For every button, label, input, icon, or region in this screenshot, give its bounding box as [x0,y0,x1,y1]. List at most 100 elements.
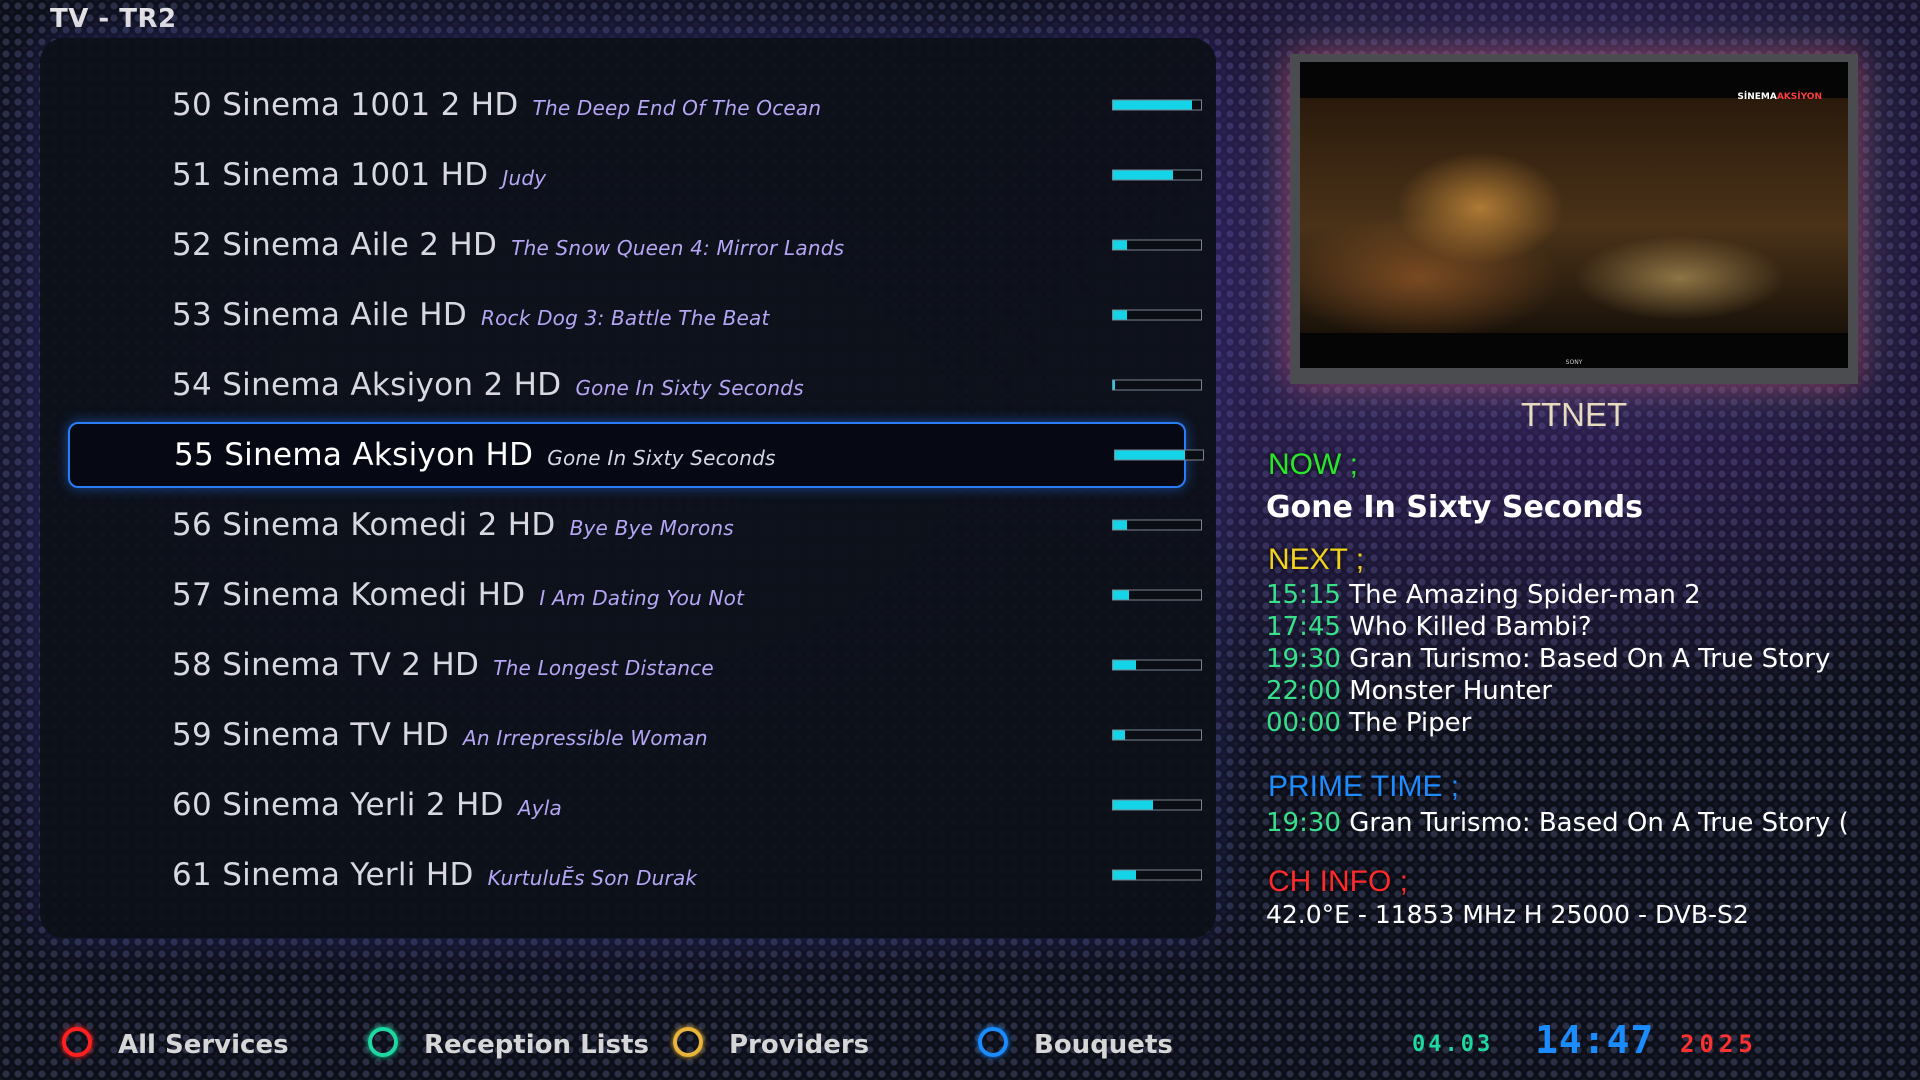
next-program-entry: 17:45 Who Killed Bambi? [1266,612,1592,642]
current-program: Gone In Sixty Seconds [547,446,776,470]
program-progress-fill [1113,870,1136,880]
program-progress-fill [1113,730,1126,740]
prime-time-title: Gran Turismo: Based On A True Story ( [1349,808,1849,838]
red-ring-icon [62,1027,92,1057]
program-progress-bar [1112,169,1202,181]
channel-number: 50 [172,87,213,123]
program-progress-fill [1113,240,1128,250]
clock-year: 2025 [1680,1030,1758,1058]
preview-image [1300,98,1848,333]
next-label: NEXT ; [1268,543,1365,576]
prime-time-time: 19:30 [1266,808,1341,838]
program-progress-bar [1112,519,1202,531]
next-program-title: Who Killed Bambi? [1349,612,1592,642]
program-progress-fill [1113,170,1173,180]
current-program: Bye Bye Morons [569,516,734,540]
current-program: Gone In Sixty Seconds [575,376,804,400]
current-program: Rock Dog 3: Battle The Beat [481,306,770,330]
next-program-entry: 15:15 The Amazing Spider-man 2 [1266,580,1701,610]
channel-number: 57 [172,577,213,613]
button-label: Providers [729,1030,870,1060]
channel-title: Sinema Yerli 2 HD [222,787,504,823]
channel-title: Sinema Aile 2 HD [222,227,498,263]
next-program-time: 17:45 [1266,612,1341,642]
next-program-time: 15:15 [1266,580,1341,610]
channel-title: Sinema 1001 2 HD [222,87,519,123]
program-progress-fill [1113,590,1129,600]
preview-screen: SİNEMAAKSİYON SONY [1300,62,1848,368]
tv-brand: SONY [1565,359,1583,366]
channel-title: Sinema Komedi HD [222,577,526,613]
clock-date: 04.03 [1412,1032,1494,1057]
channel-name: 61 Sinema Yerli HD KurtuluĔs Son Durak [172,857,697,893]
bouquets-button[interactable]: Bouquets [978,1024,1248,1066]
window-title: TV - TR2 [50,4,177,34]
program-progress-bar [1112,309,1202,321]
channel-name: 55 Sinema Aksiyon HD Gone In Sixty Second… [174,437,776,473]
video-preview: SİNEMAAKSİYON SONY [1290,54,1858,384]
program-progress-fill [1115,450,1186,460]
prime-time-label: PRIME TIME ; [1268,770,1460,803]
channel-row[interactable]: 57 Sinema Komedi HD I Am Dating You Not [68,562,1202,628]
next-program-time: 22:00 [1266,676,1341,706]
channel-info-label: CH INFO ; [1268,865,1408,898]
channel-number: 58 [172,647,213,683]
channel-name: 54 Sinema Aksiyon 2 HD Gone In Sixty Seco… [172,367,804,403]
current-program: I Am Dating You Not [539,586,745,610]
next-program-entry: 00:00 The Piper [1266,708,1471,738]
program-progress-bar [1112,659,1202,671]
next-program-title: Monster Hunter [1349,676,1553,706]
channel-title: Sinema Komedi 2 HD [222,507,556,543]
channel-info-text: 42.0°E - 11853 MHz H 25000 - DVB-S2 [1266,900,1749,929]
now-label: NOW ; [1268,448,1358,481]
channel-title: Sinema Yerli HD [222,857,474,893]
channel-number: 51 [172,157,213,193]
channel-name: 50 Sinema 1001 2 HD The Deep End Of The O… [172,87,821,123]
channel-row[interactable]: 52 Sinema Aile 2 HD The Snow Queen 4: Mir… [68,212,1202,278]
program-progress-fill [1113,800,1154,810]
program-progress-bar [1112,869,1202,881]
channel-row[interactable]: 54 Sinema Aksiyon 2 HD Gone In Sixty Seco… [68,352,1202,418]
program-progress-fill [1113,520,1128,530]
current-program: An Irrepressible Woman [463,726,708,750]
channel-title: Sinema 1001 HD [222,157,489,193]
program-progress-bar [1112,589,1202,601]
current-program: Ayla [517,796,562,820]
program-progress-bar [1112,799,1202,811]
channel-number: 56 [172,507,213,543]
now-program-title: Gone In Sixty Seconds [1266,490,1643,525]
channel-row[interactable]: 59 Sinema TV HD An Irrepressible Woman [68,702,1202,768]
channel-title: Sinema Aksiyon 2 HD [222,367,562,403]
current-program: Judy [502,166,547,190]
channel-name: 59 Sinema TV HD An Irrepressible Woman [172,717,708,753]
channel-number: 60 [172,787,213,823]
channel-row[interactable]: 56 Sinema Komedi 2 HD Bye Bye Morons [68,492,1202,558]
channel-row-selected[interactable]: 55 Sinema Aksiyon HD Gone In Sixty Second… [68,422,1204,488]
channel-name: 58 Sinema TV 2 HD The Longest Distance [172,647,714,683]
channel-row[interactable]: 58 Sinema TV 2 HD The Longest Distance [68,632,1202,698]
channel-list[interactable]: 50 Sinema 1001 2 HD The Deep End Of The O… [40,38,1216,938]
channel-row[interactable]: 51 Sinema 1001 HD Judy [68,142,1202,208]
program-progress-bar [1112,239,1202,251]
next-program-title: Gran Turismo: Based On A True Story [1349,644,1831,674]
clock-time: 14:47 [1535,1018,1655,1062]
channel-name: 60 Sinema Yerli 2 HD Ayla [172,787,562,823]
prime-time-entry: 19:30 Gran Turismo: Based On A True Stor… [1266,808,1849,838]
all-services-button[interactable]: All Services [62,1024,332,1066]
program-progress-bar [1112,729,1202,741]
channel-logo: SİNEMAAKSİYON [1737,92,1822,102]
program-progress-fill [1113,310,1128,320]
channel-row[interactable]: 60 Sinema Yerli 2 HD Ayla [68,772,1202,838]
blue-ring-icon [978,1027,1008,1057]
logo-text-white: SİNEMA [1737,92,1777,102]
channel-title: Sinema TV HD [222,717,450,753]
channel-row[interactable]: 53 Sinema Aile HD Rock Dog 3: Battle The … [68,282,1202,348]
channel-number: 61 [172,857,213,893]
channel-row[interactable]: 61 Sinema Yerli HD KurtuluĔs Son Durak [68,842,1202,908]
reception-lists-button[interactable]: Reception Lists [368,1024,649,1066]
next-program-time: 19:30 [1266,644,1341,674]
providers-button[interactable]: Providers [673,1024,943,1066]
logo-text-red: AKSİYON [1776,92,1822,102]
channel-row[interactable]: 50 Sinema 1001 2 HD The Deep End Of The O… [68,72,1202,138]
channel-title: Sinema TV 2 HD [222,647,480,683]
